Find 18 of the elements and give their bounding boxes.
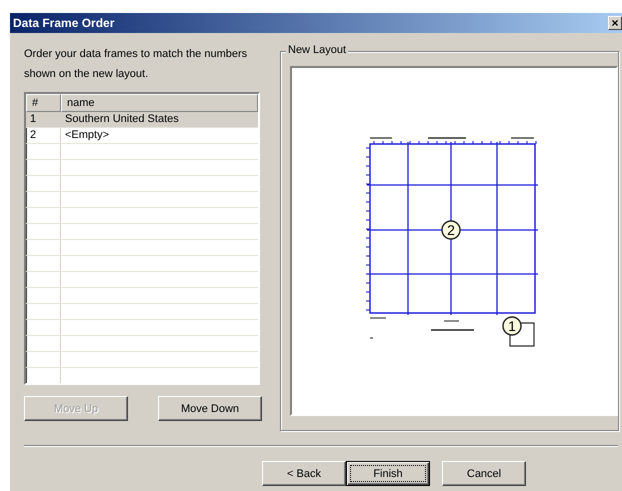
back-button[interactable]: < Back — [262, 461, 346, 486]
table-row[interactable]: 1 Southern United States — [26, 112, 258, 128]
instruction-text: Order your data frames to match the numbers shown on the new layout. — [24, 47, 248, 82]
table-cell-text: <Empty> — [64, 128, 110, 143]
move-down-button[interactable]: Move Down — [158, 396, 262, 421]
table-cell: 1 — [26, 112, 61, 127]
frame-number-marker: 2 — [441, 220, 461, 240]
column-header[interactable]: # — [26, 94, 61, 112]
table-row[interactable]: 2 <Empty> — [26, 128, 258, 144]
cancel-button[interactable]: Cancel — [442, 461, 526, 486]
column-header[interactable]: name — [61, 94, 258, 112]
group-title: New Layout — [286, 44, 348, 56]
table-cell: 2 — [26, 128, 61, 143]
frame-number-marker: 1 — [502, 316, 522, 336]
table-cell-text: Southern United States — [64, 112, 180, 127]
finish-button[interactable]: Finish — [346, 461, 430, 486]
window-title: Data Frame Order — [13, 16, 114, 30]
close-button[interactable]: × — [608, 16, 622, 30]
